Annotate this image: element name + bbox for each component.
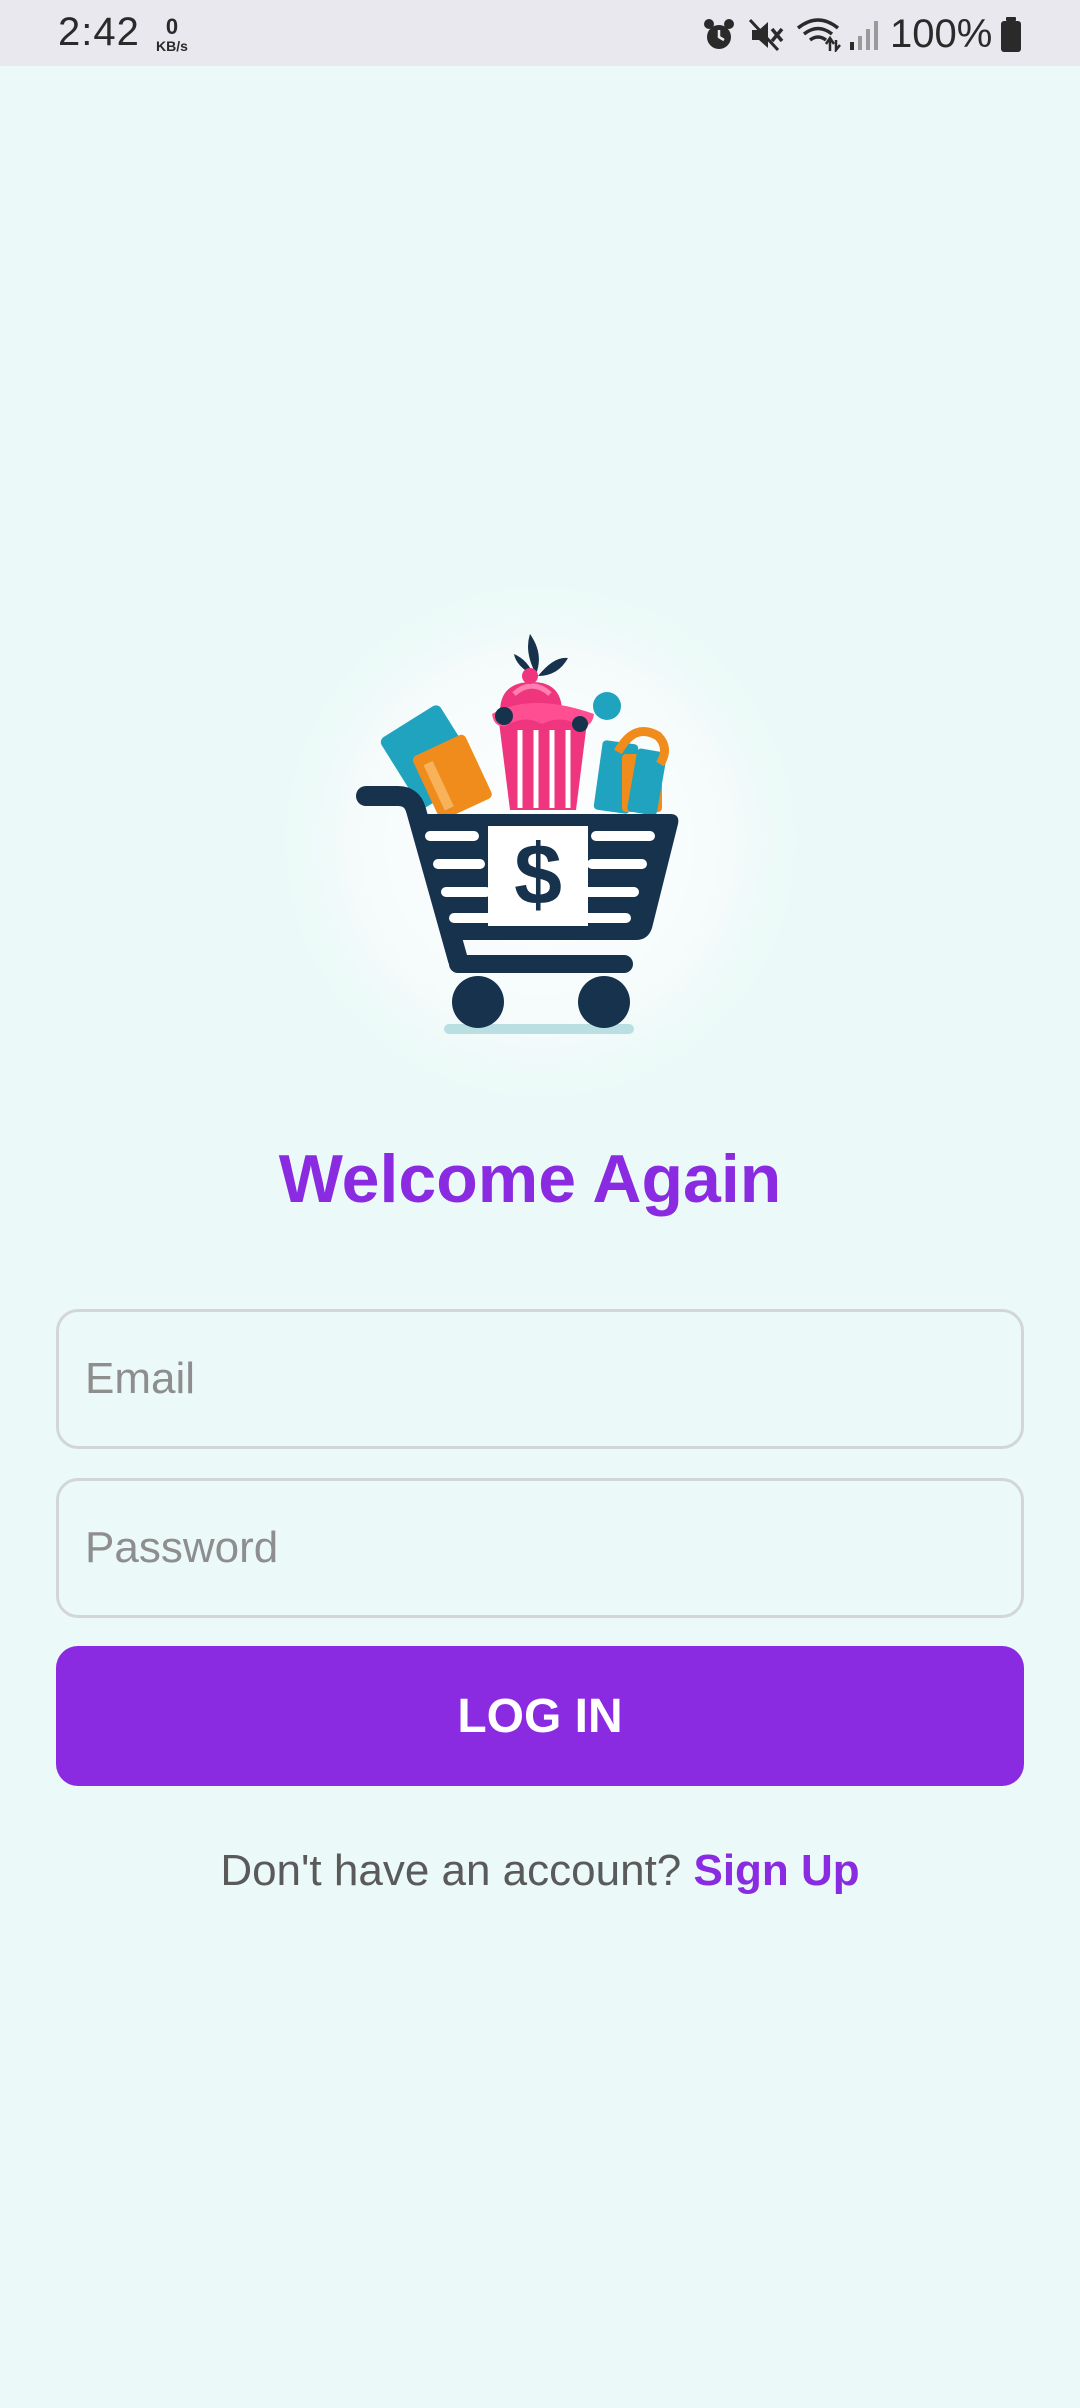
password-input[interactable] [85,1481,1021,1615]
shopping-cart-logo: $ [270,572,810,1112]
app-logo: $ [262,564,818,1120]
alarm-icon [704,19,734,49]
svg-text:$: $ [514,827,562,923]
wifi-icon [796,18,841,52]
signal-icon [850,21,878,50]
network-speed: 0 KB/s [150,14,194,54]
status-time: 2:42 [58,10,140,54]
battery-percent: 100% [890,12,993,56]
signup-prompt: Don't have an account? [220,1846,694,1895]
network-speed-value: 0 [165,14,179,39]
email-input[interactable] [85,1312,1021,1446]
signup-row: Don't have an account? Sign Up [0,1846,1080,1896]
network-speed-unit: KB/s [156,38,188,54]
welcome-title: Welcome Again [278,1141,782,1217]
signup-link[interactable]: Sign Up [693,1846,859,1895]
login-button[interactable]: LOG IN [56,1646,1024,1786]
battery-icon [1001,17,1021,52]
email-field[interactable] [56,1309,1024,1449]
password-field[interactable] [56,1478,1024,1618]
status-bar: 2:42 0 KB/s 100% [0,0,1080,66]
mute-icon [748,18,784,52]
